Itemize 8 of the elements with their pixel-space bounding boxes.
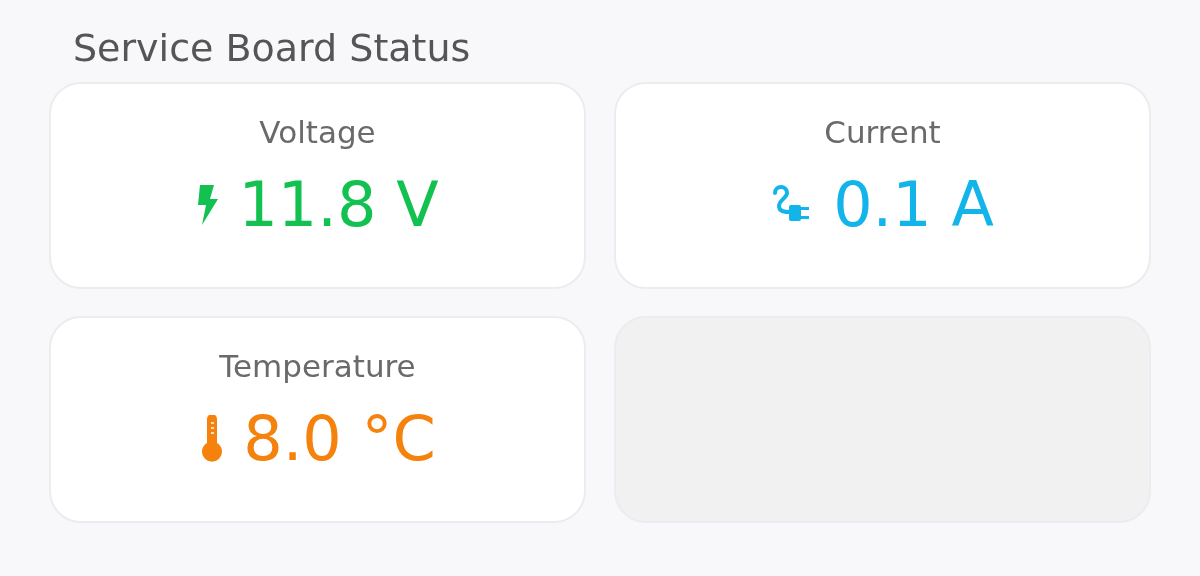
lightning-icon bbox=[196, 184, 221, 225]
metric-value: 0.1 A bbox=[833, 168, 994, 241]
metric-value: 8.0 °C bbox=[243, 402, 436, 475]
metric-value: 11.8 V bbox=[238, 168, 439, 241]
page-title: Service Board Status bbox=[72, 25, 472, 72]
metric-label: Voltage bbox=[259, 114, 376, 150]
metric-label: Current bbox=[824, 114, 941, 150]
metric-label: Temperature bbox=[219, 348, 416, 384]
